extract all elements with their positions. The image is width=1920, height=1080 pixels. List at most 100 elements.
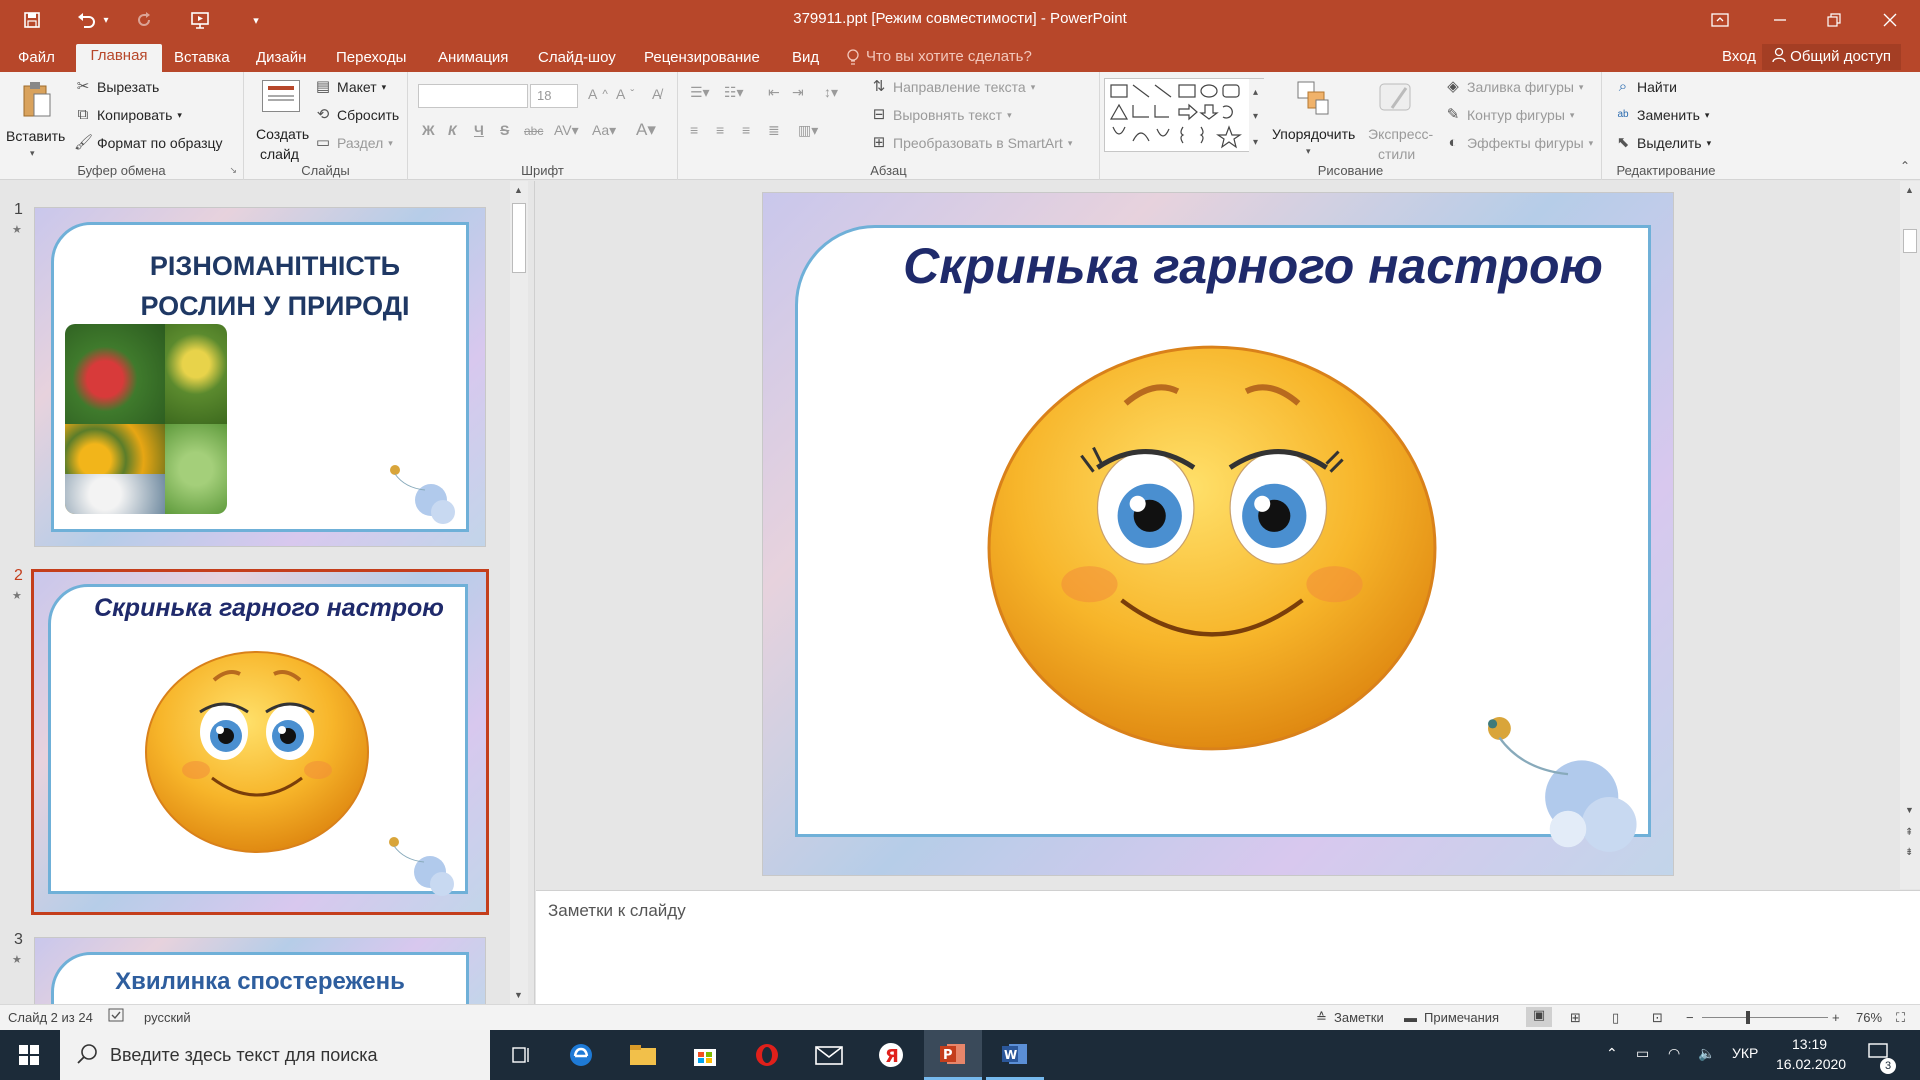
fit-to-window-icon[interactable]: ⛶ [1896,1010,1905,1026]
store-icon[interactable] [676,1030,734,1080]
clock-date[interactable]: 16.02.2020 [1776,1056,1846,1072]
text-direction-button[interactable]: ⇅ Направление текста ▾ [870,78,1036,96]
slides-panel-scrollbar[interactable]: ▲ ▼ [510,181,528,1004]
justify-icon[interactable]: ≣ [768,122,780,139]
tab-review[interactable]: Рецензирование [636,46,768,72]
zoom-level[interactable]: 76% [1856,1010,1882,1025]
minimize-icon[interactable] [1752,0,1808,40]
italic-button[interactable]: К [448,122,457,138]
columns-icon[interactable]: ▥▾ [798,122,818,139]
slide-title[interactable]: Скринька гарного настрою [873,237,1633,295]
paste-button[interactable]: Вставить ▾ [6,78,65,168]
strikethrough-button[interactable]: abc [524,124,543,138]
clear-formatting-icon[interactable]: A̸ [652,86,661,102]
slideshow-view-icon[interactable]: ⊡ [1652,1010,1663,1026]
shadow-button[interactable]: S [500,122,509,138]
notes-pane[interactable]: Заметки к слайду [536,890,1920,1004]
layout-button[interactable]: ▤ Макет ▾ [314,78,386,96]
yandex-browser-icon[interactable]: Я [862,1030,920,1080]
input-language[interactable]: УКР [1732,1045,1758,1061]
slide-thumbnail-3[interactable]: Хвилинка спостережень [34,937,486,1007]
smiley-face-image[interactable] [985,343,1439,756]
arrange-button[interactable]: Упорядочить ▾ [1272,78,1355,168]
restore-icon[interactable] [1806,0,1862,40]
shape-outline-button[interactable]: ✎ Контур фигуры ▾ [1444,106,1575,124]
line-spacing-icon[interactable]: ↕▾ [824,84,838,101]
cut-button[interactable]: ✂ Вырезать [74,78,160,96]
ribbon-display-options-icon[interactable] [1692,0,1748,40]
zoom-out-icon[interactable]: − [1686,1010,1694,1025]
tab-design[interactable]: Дизайн [248,46,314,72]
new-slide-button[interactable]: Создать слайд [250,78,310,168]
replace-button[interactable]: ab Заменить ▾ [1614,106,1709,124]
font-family-combo[interactable] [418,84,528,108]
char-spacing-icon[interactable]: AV▾ [554,122,579,139]
smartart-button[interactable]: ⊞ Преобразовать в SmartArt ▾ [870,134,1073,152]
slide-vertical-scrollbar[interactable]: ▲ ▼ ⇞ ⇟ [1900,181,1920,889]
sign-in-link[interactable]: Вход [1722,48,1756,65]
tab-transitions[interactable]: Переходы [328,46,414,72]
font-size-combo[interactable]: 18 [530,84,578,108]
shape-effects-button[interactable]: ◐ Эффекты фигуры ▾ [1444,134,1593,152]
opera-icon[interactable] [738,1030,796,1080]
shapes-gallery[interactable]: ▴ ▾ ▾ [1104,78,1265,153]
bold-button[interactable]: Ж [422,122,435,138]
font-color-icon[interactable]: A▾ [636,120,656,140]
slide-thumbnail-2[interactable]: Скринька гарного настрою [31,569,489,915]
copy-button[interactable]: ⧉ Копировать ▾ [74,106,182,124]
tab-home[interactable]: Главная [76,44,162,72]
taskbar-search-box[interactable]: Введите здесь текст для поиска [60,1030,490,1080]
decrease-font-icon[interactable]: Aˇ [616,86,634,102]
scroll-up-icon[interactable]: ▲ [1905,185,1914,195]
align-center-icon[interactable]: ≡ [716,122,724,138]
increase-indent-icon[interactable]: ⇥ [792,84,804,101]
shape-fill-button[interactable]: ◈ Заливка фигуры ▾ [1444,78,1583,96]
tab-slideshow[interactable]: Слайд-шоу [530,46,624,72]
align-text-button[interactable]: ⊟ Выровнять текст ▾ [870,106,1012,124]
slide-thumbnail-1[interactable]: РІЗНОМАНІТНІСТЬ РОСЛИН У ПРИРОДІ [34,207,486,547]
wifi-icon[interactable]: ◠ [1668,1045,1680,1062]
show-hidden-icons-icon[interactable]: ⌃ [1606,1045,1618,1062]
scroll-up-icon[interactable]: ▲ [514,185,523,195]
align-left-icon[interactable]: ≡ [690,122,698,138]
tab-view[interactable]: Вид [784,46,827,72]
tell-me-input[interactable]: Что вы хотите сделать? [866,48,1032,65]
underline-button[interactable]: Ч [474,122,484,138]
reset-button[interactable]: ⟲ Сбросить [314,106,400,124]
zoom-slider[interactable] [1702,1011,1828,1024]
scroll-down-icon[interactable]: ▼ [1905,805,1914,815]
word-taskbar-icon[interactable]: W [986,1030,1044,1080]
powerpoint-taskbar-icon[interactable]: P [924,1030,982,1080]
find-button[interactable]: ⌕ Найти [1614,78,1677,96]
next-slide-icon[interactable]: ⇟ [1905,847,1913,858]
task-view-icon[interactable] [492,1030,550,1080]
edge-icon[interactable] [552,1030,610,1080]
tab-insert[interactable]: Вставка [166,46,238,72]
section-button[interactable]: ▭ Раздел ▾ [314,134,393,152]
language-indicator[interactable]: русский [144,1010,191,1025]
dialog-launcher-icon[interactable]: ↘ [229,165,237,176]
notes-toggle-button[interactable]: Заметки [1334,1010,1384,1025]
bullets-icon[interactable]: ☰▾ [690,84,710,101]
volume-icon[interactable]: 🔈 [1698,1045,1715,1062]
file-explorer-icon[interactable] [614,1030,672,1080]
quick-styles-button[interactable]: Экспресс- стили [1364,78,1434,168]
select-button[interactable]: ⬉ Выделить ▾ [1614,134,1711,152]
slide-sorter-icon[interactable]: ⊞ [1570,1010,1581,1026]
tab-animations[interactable]: Анимация [430,46,516,72]
collapse-ribbon-icon[interactable]: ⌃ [1900,159,1910,173]
decrease-indent-icon[interactable]: ⇤ [768,84,780,101]
align-right-icon[interactable]: ≡ [742,122,750,138]
previous-slide-icon[interactable]: ⇞ [1905,827,1913,838]
zoom-in-icon[interactable]: + [1832,1010,1840,1025]
numbering-icon[interactable]: ☷▾ [724,84,744,101]
zoom-slider-thumb[interactable] [1746,1011,1750,1024]
comments-button[interactable]: Примечания [1424,1010,1499,1025]
reading-view-icon[interactable]: ▯ [1612,1010,1619,1026]
scroll-down-icon[interactable]: ▼ [514,990,523,1000]
windows-start-icon[interactable] [0,1030,58,1080]
format-painter-button[interactable]: 🖌 Формат по образцу [74,134,223,152]
normal-view-icon[interactable]: ▣ [1526,1007,1552,1027]
battery-icon[interactable]: ▭ [1636,1045,1649,1062]
share-button[interactable]: Общий доступ [1762,44,1901,70]
